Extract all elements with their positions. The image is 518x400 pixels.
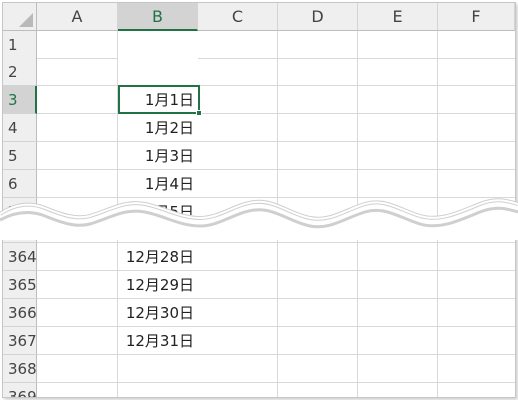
row-header[interactable]: 366: [3, 299, 37, 327]
row-header[interactable]: 368: [3, 355, 37, 383]
row-gridline: [37, 85, 515, 86]
row-header[interactable]: 369: [3, 383, 37, 397]
row-gridline: [37, 270, 515, 271]
cell-b-368[interactable]: [118, 355, 198, 382]
select-all-triangle-icon: [19, 13, 33, 27]
active-cell-border: [118, 85, 200, 114]
cell-b-2[interactable]: [118, 58, 198, 85]
cell-b-364[interactable]: 12月28日: [118, 243, 198, 270]
row-header[interactable]: 4: [3, 114, 37, 142]
column-header-b[interactable]: B: [118, 3, 198, 31]
cell-b-4[interactable]: 1月2日: [118, 114, 198, 141]
row-header[interactable]: 3: [3, 86, 37, 114]
row-gridline: [37, 382, 515, 383]
row-header[interactable]: 367: [3, 327, 37, 355]
row-gridline: [37, 326, 515, 327]
row-gridline: [37, 242, 515, 243]
row-gridline: [37, 169, 515, 170]
row-header[interactable]: 5: [3, 142, 37, 170]
column-header-e[interactable]: E: [358, 3, 438, 31]
row-header[interactable]: 1: [3, 31, 37, 59]
cell-b-1[interactable]: [118, 31, 198, 58]
cell-b-367[interactable]: 12月31日: [118, 327, 198, 354]
column-header-f[interactable]: F: [438, 3, 515, 31]
row-gridline: [37, 141, 515, 142]
column-header-d[interactable]: D: [278, 3, 358, 31]
row-header[interactable]: 2: [3, 58, 37, 86]
select-all-corner[interactable]: [3, 3, 37, 31]
row-gridline: [37, 354, 515, 355]
cell-b-5[interactable]: 1月3日: [118, 142, 198, 169]
column-header-a[interactable]: A: [37, 3, 118, 31]
row-gridline: [37, 298, 515, 299]
row-header[interactable]: 365: [3, 271, 37, 299]
cell-b-369[interactable]: [118, 383, 198, 397]
row-header[interactable]: 364: [3, 243, 37, 271]
row-gridline: [37, 58, 515, 59]
cell-b-365[interactable]: 12月29日: [118, 271, 198, 298]
cell-b-366[interactable]: 12月30日: [118, 299, 198, 326]
column-header-c[interactable]: C: [198, 3, 278, 31]
fill-handle[interactable]: [196, 110, 202, 116]
row-gridline: [37, 113, 515, 114]
torn-page-break: [0, 198, 518, 240]
